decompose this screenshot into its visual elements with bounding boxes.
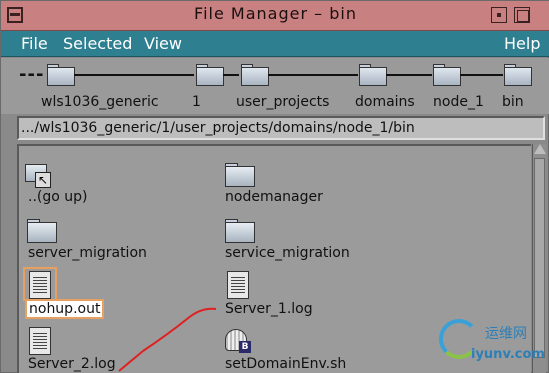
- annotation-overlay: [118, 307, 217, 372]
- watermark-logo: 运维网 iyunv.com: [439, 319, 547, 371]
- watermark-text: 运维网: [485, 326, 527, 342]
- file-manager-window: File Manager – bin File Selected View He…: [0, 0, 549, 373]
- watermark-url: iyunv.com: [471, 347, 545, 362]
- annotation-line: [118, 307, 217, 372]
